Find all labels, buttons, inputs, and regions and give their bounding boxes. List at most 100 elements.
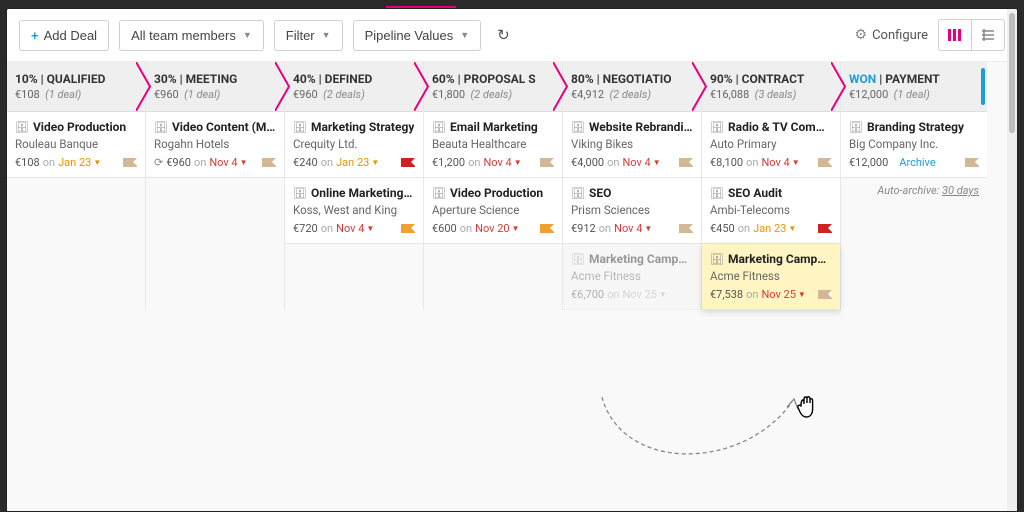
deal-company: Koss, West and King xyxy=(293,203,415,217)
deal-price: €108 xyxy=(15,156,40,169)
filter-label: Filter xyxy=(286,28,315,43)
briefcase-icon: 🗄 xyxy=(710,121,724,134)
add-deal-button[interactable]: + Add Deal xyxy=(19,20,109,51)
deal-price: €7,538 xyxy=(710,288,743,301)
deal-title: SEO xyxy=(589,186,611,200)
briefcase-icon: 🗄 xyxy=(710,187,724,200)
deal-company: Ambi-Telecoms xyxy=(710,203,832,217)
deal-price: €1,200 xyxy=(432,156,465,169)
view-toggle xyxy=(938,19,1005,51)
filter-dropdown[interactable]: Filter ▼ xyxy=(274,20,343,51)
flag-icon xyxy=(262,158,276,167)
deal-card[interactable]: 🗄Video Production Rouleau Banque €108onJ… xyxy=(7,112,145,178)
grab-cursor-icon xyxy=(793,392,819,424)
deal-price: €600 xyxy=(432,222,457,235)
deal-date[interactable]: Nov 4▼ xyxy=(761,156,799,169)
deal-company: Beauta Healthcare xyxy=(432,137,554,151)
deal-price: €960 xyxy=(166,156,191,169)
team-filter-label: All team members xyxy=(131,28,236,43)
auto-archive-days[interactable]: 30 days xyxy=(942,184,979,197)
chevron-down-icon: ▼ xyxy=(243,30,252,40)
deal-company: Acme Fitness xyxy=(710,269,832,283)
briefcase-icon: 🗄 xyxy=(15,121,29,134)
deal-price: €450 xyxy=(710,222,735,235)
kanban-view-button[interactable] xyxy=(939,20,971,50)
deal-date[interactable]: Jan 23▼ xyxy=(753,222,796,235)
cycle-icon: ⟳ xyxy=(154,156,163,169)
stage-header[interactable]: 90% | CONTRACT €16,088 (3 deals) xyxy=(702,62,840,112)
configure-label: Configure xyxy=(872,28,928,43)
deal-card[interactable]: 🗄SEO Audit Ambi-Telecoms €450onJan 23▼ xyxy=(702,178,840,244)
list-view-button[interactable] xyxy=(971,20,1004,50)
deal-card[interactable]: 🗄Branding Strategy Big Company Inc. €12,… xyxy=(841,112,987,178)
flag-icon xyxy=(401,224,415,233)
deal-title: SEO Audit xyxy=(728,186,782,200)
chevron-down-icon: ▼ xyxy=(460,30,469,40)
briefcase-icon: 🗄 xyxy=(571,121,585,134)
deal-title: Online Marketing ... xyxy=(311,186,415,200)
deal-date[interactable]: Nov 4▼ xyxy=(483,156,521,169)
briefcase-icon: 🗄 xyxy=(154,121,168,134)
deal-title: Marketing Campa... xyxy=(728,252,832,266)
deal-date[interactable]: Jan 23▼ xyxy=(336,156,379,169)
briefcase-icon: 🗄 xyxy=(293,121,307,134)
deal-card[interactable]: 🗄 Email Marketing Beauta Healthcare €1,20… xyxy=(424,112,562,178)
deal-title: Video Production xyxy=(450,186,543,200)
pipeline-values-label: Pipeline Values xyxy=(365,28,454,43)
deal-date[interactable]: Nov 20▼ xyxy=(475,222,519,235)
deal-date[interactable]: Nov 25▼ xyxy=(761,288,805,301)
stage-header[interactable]: WON | PAYMENT €12,000 (1 deal) xyxy=(841,62,987,112)
deal-card[interactable]: 🗄Marketing Strategy Crequity Ltd. €240on… xyxy=(285,112,423,178)
deal-title: Marketing Strategy xyxy=(311,120,414,134)
refresh-button[interactable]: ↻ xyxy=(491,20,516,50)
flag-icon xyxy=(679,158,693,167)
flag-icon xyxy=(540,224,554,233)
flag-icon xyxy=(965,158,979,167)
deal-date[interactable]: Nov 4▼ xyxy=(336,222,374,235)
stage-header[interactable]: 10% | QUALIFIED €108 (1 deal) xyxy=(7,62,145,112)
deal-company: Big Company Inc. xyxy=(849,137,979,151)
deal-company: Prism Sciences xyxy=(571,203,693,217)
deal-card[interactable]: 🗄Radio & TV Comm... Auto Primary €8,100o… xyxy=(702,112,840,178)
deal-card[interactable]: 🗄Website Rebrandi... Viking Bikes €4,000… xyxy=(563,112,701,178)
archive-link[interactable]: Archive xyxy=(899,156,935,169)
deal-card[interactable]: 🗄Online Marketing ... Koss, West and Kin… xyxy=(285,178,423,244)
deal-date[interactable]: Jan 23▼ xyxy=(58,156,101,169)
flag-icon xyxy=(401,158,415,167)
briefcase-icon: 🗄 xyxy=(849,121,863,134)
deal-title: Video Content (M... xyxy=(172,120,276,134)
briefcase-icon: 🗄 xyxy=(571,253,585,266)
configure-button[interactable]: ⚙ Configure xyxy=(855,27,928,43)
team-filter-dropdown[interactable]: All team members ▼ xyxy=(119,20,264,51)
won-bar-icon xyxy=(981,68,985,105)
pipeline-values-dropdown[interactable]: Pipeline Values ▼ xyxy=(353,20,482,51)
deal-price: €4,000 xyxy=(571,156,604,169)
briefcase-icon: 🗄 xyxy=(432,121,446,134)
deal-date[interactable]: Nov 4▼ xyxy=(614,222,652,235)
vertical-scrollbar[interactable] xyxy=(1007,9,1017,511)
deal-card-dragging[interactable]: 🗄Marketing Campa... Acme Fitness €7,538o… xyxy=(702,244,840,310)
deal-card[interactable]: 🗄 Video Content (M... Rogahn Hotels ⟳€960… xyxy=(146,112,284,178)
deal-card[interactable]: 🗄Video Production Aperture Science €600o… xyxy=(424,178,562,244)
stage-header[interactable]: 80% | NEGOTIATIO €4,912 (2 deals) xyxy=(563,62,701,112)
deal-company: Auto Primary xyxy=(710,137,832,151)
stage-column-qualified: 10% | QUALIFIED €108 (1 deal) 🗄Video Pro… xyxy=(7,62,146,310)
deal-title: Branding Strategy xyxy=(867,120,964,134)
deal-company: Rogahn Hotels xyxy=(154,137,276,151)
deal-date: Nov 25▼ xyxy=(622,288,666,301)
deal-price: €240 xyxy=(293,156,318,169)
deal-card[interactable]: 🗄SEO Prism Sciences €912onNov 4▼ xyxy=(563,178,701,244)
deal-company: Crequity Ltd. xyxy=(293,137,415,151)
toolbar: + Add Deal All team members ▼ Filter ▼ P… xyxy=(7,9,1017,62)
deal-company: Acme Fitness xyxy=(571,269,693,283)
deal-date[interactable]: Nov 4▼ xyxy=(209,156,247,169)
deal-title: Email Marketing xyxy=(450,120,538,134)
add-deal-label: Add Deal xyxy=(44,28,97,43)
stage-header[interactable]: 30% | MEETING €960 (1 deal) xyxy=(146,62,284,112)
stage-column-defined: 40% | DEFINED €960 (2 deals) 🗄 Marketing … xyxy=(285,62,424,310)
stage-header[interactable]: 60% | PROPOSAL S €1,800 (2 deals) xyxy=(424,62,562,112)
deal-price: €912 xyxy=(571,222,596,235)
stage-header[interactable]: 40% | DEFINED €960 (2 deals) xyxy=(285,62,423,112)
scrollbar-thumb[interactable] xyxy=(1009,13,1015,133)
deal-date[interactable]: Nov 4▼ xyxy=(622,156,660,169)
